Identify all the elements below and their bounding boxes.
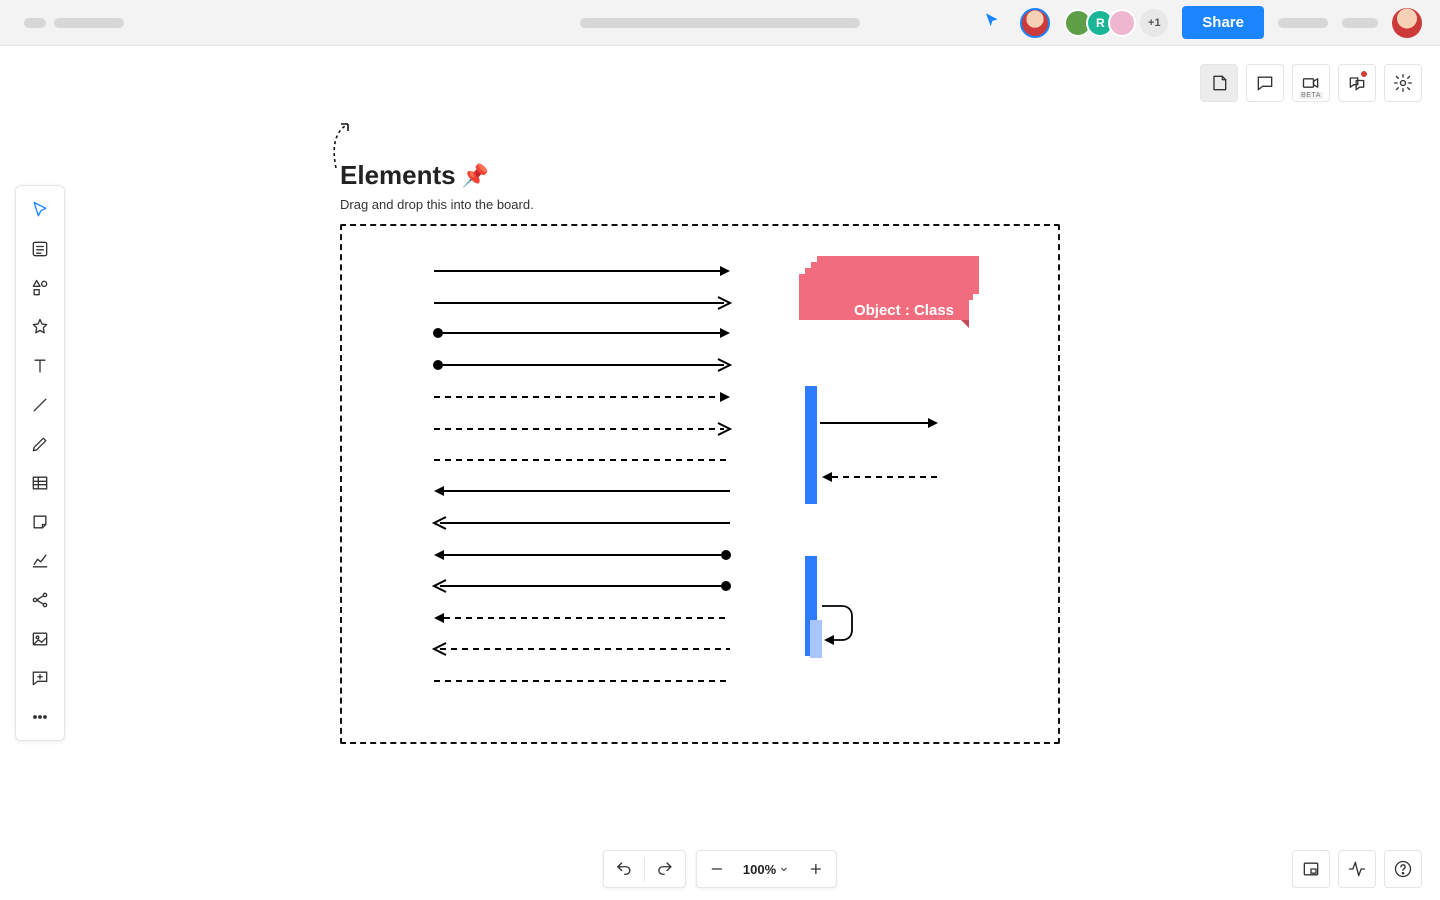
arrow-dashed-closed-left[interactable] bbox=[432, 611, 732, 625]
activity-button[interactable] bbox=[1338, 850, 1376, 888]
help-button[interactable] bbox=[1384, 850, 1422, 888]
current-user-avatar[interactable] bbox=[1020, 8, 1050, 38]
arrow-solid-closed-right[interactable] bbox=[432, 264, 732, 278]
top-bar-left bbox=[0, 18, 124, 28]
zoom-group: 100% bbox=[696, 850, 837, 888]
arrow-dashed-closed-right[interactable] bbox=[432, 390, 732, 404]
zoom-level[interactable]: 100% bbox=[737, 862, 796, 877]
arrow-dot-closed-right[interactable] bbox=[432, 326, 732, 340]
arrow-dot-open-right[interactable] bbox=[432, 358, 732, 372]
more-collaborators-badge[interactable]: +1 bbox=[1140, 9, 1168, 37]
arrow-solid-open-right[interactable] bbox=[432, 296, 732, 310]
arrow-solid-closed-left[interactable] bbox=[432, 484, 732, 498]
collaborator-avatar[interactable] bbox=[1108, 9, 1136, 37]
logo-placeholder[interactable] bbox=[24, 18, 46, 28]
top-bar-right: R +1 Share bbox=[984, 6, 1440, 39]
board-name-placeholder[interactable] bbox=[54, 18, 124, 28]
share-button[interactable]: Share bbox=[1182, 6, 1264, 39]
topbar-placeholder[interactable] bbox=[1342, 18, 1378, 28]
collaborators-group[interactable]: R +1 bbox=[1064, 9, 1168, 37]
chevron-down-icon bbox=[778, 863, 790, 875]
elements-heading-text: Elements bbox=[340, 160, 456, 191]
elements-palette: Object : Class bbox=[340, 224, 1060, 744]
breadcrumb-placeholder[interactable] bbox=[580, 18, 860, 28]
pin-icon: 📌 bbox=[462, 163, 489, 189]
minimap-button[interactable] bbox=[1292, 850, 1330, 888]
undo-button[interactable] bbox=[604, 851, 644, 887]
bottom-right-bar bbox=[1292, 850, 1422, 888]
arrow-solid-open-left[interactable] bbox=[432, 516, 732, 530]
object-class-stack[interactable]: Object : Class bbox=[797, 256, 977, 336]
redo-button[interactable] bbox=[645, 851, 685, 887]
arrow-dot-open-left[interactable] bbox=[432, 579, 732, 593]
elements-heading: Elements 📌 bbox=[340, 160, 534, 191]
arrow-dashed-open-right[interactable] bbox=[432, 422, 732, 436]
lifeline-self-message[interactable] bbox=[820, 602, 860, 650]
zoom-out-button[interactable] bbox=[697, 851, 737, 887]
bottom-control-bar: 100% bbox=[603, 850, 837, 888]
zoom-in-button[interactable] bbox=[796, 851, 836, 887]
lifeline-activation-1[interactable] bbox=[805, 386, 817, 504]
elements-heading-block: Elements 📌 Drag and drop this into the b… bbox=[340, 160, 534, 212]
account-avatar[interactable] bbox=[1392, 8, 1422, 38]
top-bar: R +1 Share bbox=[0, 0, 1440, 46]
line-dashed-2[interactable] bbox=[432, 674, 732, 688]
undo-redo-group bbox=[603, 850, 686, 888]
object-class-label: Object : Class bbox=[829, 302, 979, 319]
zoom-level-text: 100% bbox=[743, 862, 776, 877]
elements-subheading: Drag and drop this into the board. bbox=[340, 197, 534, 212]
line-dashed[interactable] bbox=[432, 453, 732, 467]
lifeline-msg-return[interactable] bbox=[820, 470, 940, 484]
topbar-placeholder[interactable] bbox=[1278, 18, 1328, 28]
lifeline-msg-out[interactable] bbox=[820, 416, 940, 430]
facilitator-cursor-icon[interactable] bbox=[984, 12, 1000, 33]
arrow-dot-closed-left[interactable] bbox=[432, 548, 732, 562]
canvas[interactable]: Elements 📌 Drag and drop this into the b… bbox=[0, 46, 1440, 900]
arrow-dashed-open-left[interactable] bbox=[432, 642, 732, 656]
